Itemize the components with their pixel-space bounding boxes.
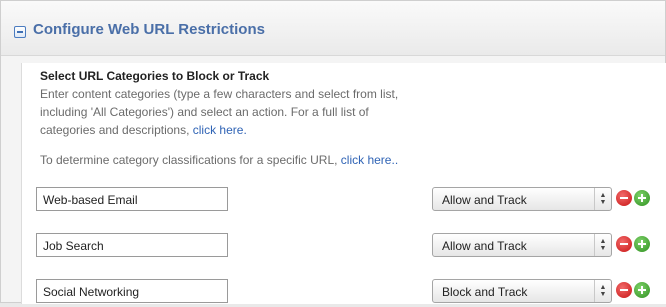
add-circle-icon-vertical <box>641 240 643 248</box>
category-input[interactable]: Job Search <box>36 233 228 257</box>
category-row: Web-based Email Allow and Track ▲ ▼ <box>22 187 666 215</box>
action-select[interactable]: Block and Track ▲ ▼ <box>432 279 612 303</box>
panel-header: Configure Web URL Restrictions <box>1 1 665 56</box>
remove-circle-icon <box>620 243 628 245</box>
panel-content: Select URL Categories to Block or Track … <box>21 63 666 304</box>
panel-title: Configure Web URL Restrictions <box>33 21 265 38</box>
minus-icon <box>17 31 23 33</box>
up-down-arrows-icon: ▲ ▼ <box>594 280 611 302</box>
add-row-button[interactable] <box>634 190 650 206</box>
action-select-value: Block and Track <box>442 285 528 299</box>
remove-row-button[interactable] <box>616 190 632 206</box>
up-down-arrows-icon: ▲ ▼ <box>594 188 611 210</box>
action-select[interactable]: Allow and Track ▲ ▼ <box>432 187 612 211</box>
category-input[interactable]: Web-based Email <box>36 187 228 211</box>
description-line-1: Enter content categories (type a few cha… <box>40 87 399 101</box>
description-line-2: including 'All Categories') and select a… <box>40 105 369 119</box>
categories-list-link[interactable]: click here. <box>193 123 247 137</box>
determine-category-link[interactable]: click here.. <box>341 153 398 167</box>
determine-category-text: To determine category classifications fo… <box>40 153 398 167</box>
action-select-value: Allow and Track <box>442 239 527 253</box>
action-select[interactable]: Allow and Track ▲ ▼ <box>432 233 612 257</box>
description-line-3-text: categories and descriptions, <box>40 123 193 137</box>
add-row-button[interactable] <box>634 236 650 252</box>
collapse-icon[interactable] <box>14 26 26 38</box>
remove-circle-icon <box>620 289 628 291</box>
category-row: Job Search Allow and Track ▲ ▼ <box>22 233 666 261</box>
remove-row-button[interactable] <box>616 282 632 298</box>
action-select-value: Allow and Track <box>442 193 527 207</box>
determine-text: To determine category classifications fo… <box>40 153 341 167</box>
description-line-3: categories and descriptions, click here. <box>40 121 600 139</box>
add-circle-icon-vertical <box>641 194 643 202</box>
url-restrictions-panel: Configure Web URL Restrictions Select UR… <box>0 0 666 304</box>
remove-row-button[interactable] <box>616 236 632 252</box>
up-down-arrows-icon: ▲ ▼ <box>594 234 611 256</box>
remove-circle-icon <box>620 197 628 199</box>
section-heading: Select URL Categories to Block or Track <box>40 69 270 83</box>
add-row-button[interactable] <box>634 282 650 298</box>
category-input[interactable]: Social Networking <box>36 279 228 303</box>
section-description: Enter content categories (type a few cha… <box>40 85 600 139</box>
add-circle-icon-vertical <box>641 286 643 294</box>
